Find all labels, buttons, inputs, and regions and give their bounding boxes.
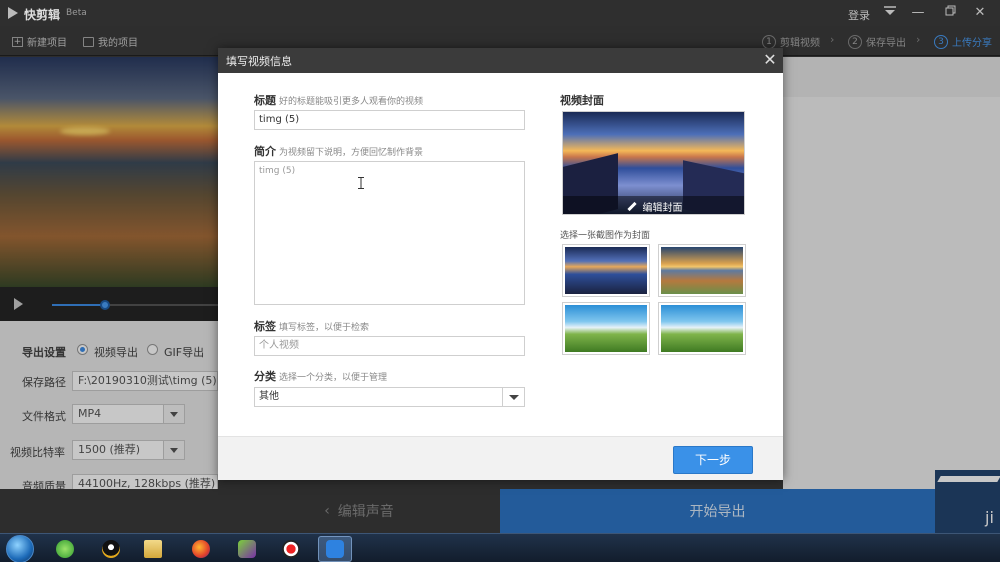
thumbnail-image [661, 305, 743, 352]
tags-hint: 填写标签，以便于检索 [279, 323, 370, 333]
menu-icon[interactable] [878, 3, 902, 23]
kuaijianji-icon [326, 540, 344, 558]
frame-thumbnail[interactable] [562, 302, 650, 355]
tags-label: 标签 [254, 320, 276, 333]
login-link[interactable]: 登录 [848, 7, 870, 23]
taskbar-app-explorer[interactable] [136, 536, 170, 562]
frame-thumbnail[interactable] [658, 302, 746, 355]
cover-image[interactable]: 编辑封面 [562, 111, 745, 215]
taskbar-app-browser[interactable] [48, 536, 82, 562]
title-hint: 好的标题能吸引更多人观看你的视频 [279, 97, 424, 107]
app-logo-icon [8, 7, 18, 19]
choose-frame-label: 选择一张截图作为封面 [560, 231, 651, 241]
taskbar-app-firefox[interactable] [184, 536, 218, 562]
dialog-title: 填写视频信息 [226, 55, 292, 68]
record-icon [282, 540, 300, 558]
intro-hint: 为视频留下说明，方便回忆制作背景 [279, 148, 424, 158]
taskbar-app-recorder[interactable] [274, 536, 308, 562]
category-label: 分类 [254, 370, 276, 383]
app-name: 快剪辑 [24, 8, 61, 22]
app-titlebar: 快剪辑 Beta 登录 — ✕ [0, 0, 1000, 26]
qq-penguin-icon [102, 540, 120, 558]
frame-thumbnail[interactable] [562, 244, 650, 297]
close-icon[interactable]: ✕ [761, 51, 779, 69]
os-taskbar [0, 533, 1000, 562]
thumbnail-image [661, 247, 743, 294]
browser-icon [56, 540, 74, 558]
edit-cover-label: 编辑封面 [642, 202, 683, 214]
firefox-icon [192, 540, 210, 558]
pencil-icon [626, 201, 637, 211]
app-badge: Beta [66, 8, 87, 18]
dialog-header: 填写视频信息 ✕ [218, 48, 783, 73]
maximize-icon[interactable] [938, 3, 962, 23]
intro-label: 简介 [254, 145, 276, 158]
taskbar-app-player[interactable] [230, 536, 264, 562]
taskbar-app-qq[interactable] [94, 536, 128, 562]
frame-thumbnail[interactable] [658, 244, 746, 297]
thumbnail-image [565, 305, 647, 352]
category-select[interactable]: 其他 [254, 387, 525, 407]
next-step-button[interactable]: 下一步 [673, 446, 753, 474]
start-button[interactable] [6, 535, 34, 562]
close-window-icon[interactable]: ✕ [968, 3, 992, 23]
folder-icon [144, 540, 162, 558]
media-player-icon [238, 540, 256, 558]
intro-textarea[interactable]: timg (5) [254, 161, 525, 305]
chevron-down-icon[interactable] [502, 387, 524, 407]
tags-input[interactable]: 个人视频 [254, 336, 525, 356]
cover-label: 视频封面 [560, 94, 604, 107]
title-input[interactable]: timg (5) [254, 110, 525, 130]
thumbnail-image [565, 247, 647, 294]
edit-cover-button[interactable]: 编辑封面 [563, 196, 744, 214]
taskbar-app-kuaijianji[interactable] [318, 536, 352, 562]
title-label: 标题 [254, 94, 276, 107]
text-cursor-icon [358, 177, 364, 189]
minimize-icon[interactable]: — [906, 3, 930, 23]
category-hint: 选择一个分类，以便于管理 [279, 373, 388, 383]
